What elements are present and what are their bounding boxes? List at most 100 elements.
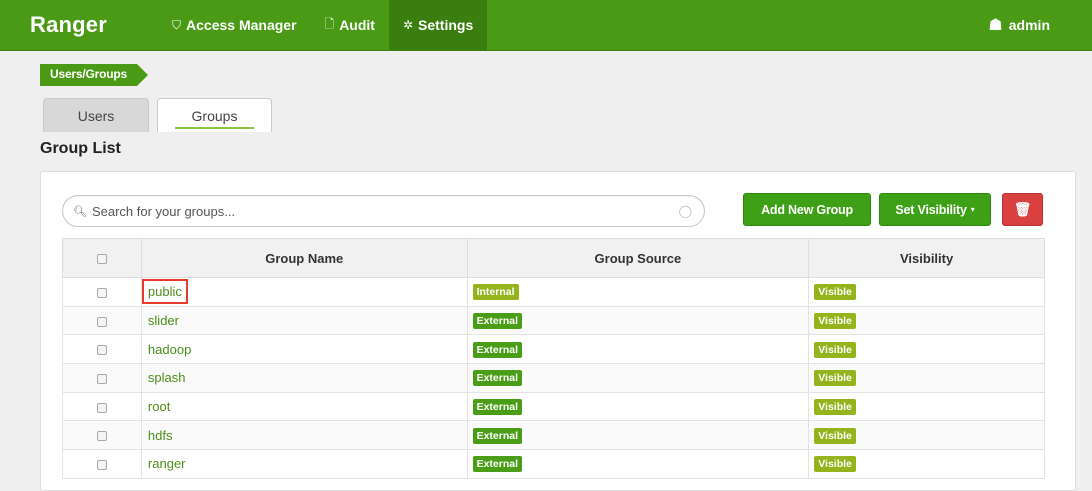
visibility-badge: Visible	[814, 456, 856, 473]
search-input[interactable]: 🔍︎ Search for your groups... ◯	[62, 195, 705, 227]
source-badge: Internal	[472, 284, 519, 301]
column-header-visibility[interactable]: Visibility	[808, 238, 1045, 278]
document-icon: 🗋	[324, 16, 335, 31]
source-badge: External	[472, 370, 523, 387]
group-source-cell: External	[466, 305, 810, 336]
row-checkbox[interactable]	[96, 402, 107, 413]
visibility-badge: Visible	[814, 370, 856, 387]
column-header-group-name[interactable]: Group Name	[140, 238, 468, 278]
group-name-cell: hadoop	[140, 334, 468, 365]
row-checkbox-cell	[62, 277, 142, 307]
visibility-cell: Visible	[808, 334, 1045, 365]
shield-icon: ⛉	[172, 17, 182, 32]
table-row: root External Visible	[62, 391, 1045, 422]
visibility-cell: Visible	[808, 305, 1045, 336]
group-name-link[interactable]: ranger	[147, 456, 187, 471]
group-name-cell: public	[140, 277, 468, 307]
group-list-panel: 🔍︎ Search for your groups... ◯ Add New G…	[40, 171, 1076, 491]
group-source-cell: External	[466, 420, 810, 451]
select-all-checkbox[interactable]	[96, 254, 107, 265]
table-row: hdfs External Visible	[62, 420, 1045, 451]
table-header-row: Group Name Group Source Visibility	[62, 238, 1045, 278]
visibility-badge: Visible	[814, 313, 856, 330]
tab-users-label: Users	[77, 107, 115, 124]
row-checkbox-cell	[62, 334, 142, 365]
table-row: slider External Visible	[62, 305, 1045, 336]
group-source-cell: External	[466, 334, 810, 365]
nav-audit-label: Audit	[339, 17, 375, 33]
visibility-cell: Visible	[808, 277, 1045, 307]
select-all-header	[62, 238, 142, 278]
delete-button[interactable]: 🗑	[1002, 193, 1043, 226]
gear-icon: ✲	[402, 18, 414, 32]
page-title: Group List	[40, 140, 121, 157]
breadcrumb[interactable]: Users/Groups	[40, 64, 148, 86]
nav-access-manager[interactable]: ⛉ Access Manager	[158, 0, 311, 51]
visibility-cell: Visible	[808, 363, 1045, 393]
set-visibility-button[interactable]: Set Visibility ▾	[879, 193, 991, 226]
nav-audit[interactable]: 🗋 Audit	[311, 0, 389, 51]
trash-icon: 🗑	[1013, 201, 1032, 217]
table-row: ranger External Visible	[62, 449, 1045, 479]
group-source-cell: External	[466, 449, 810, 479]
row-checkbox-cell	[62, 391, 142, 422]
group-name-cell: ranger	[140, 449, 468, 479]
group-name-link[interactable]: hdfs	[147, 428, 174, 443]
group-table: Group Name Group Source Visibility publi…	[62, 238, 1045, 479]
column-header-group-source[interactable]: Group Source	[466, 238, 810, 278]
visibility-badge: Visible	[814, 284, 856, 301]
row-checkbox-cell	[62, 420, 142, 451]
source-badge: External	[472, 399, 523, 416]
table-row: public Internal Visible	[62, 277, 1045, 307]
row-checkbox-cell	[62, 363, 142, 393]
nav-settings-label: Settings	[418, 17, 474, 33]
set-visibility-label: Set Visibility	[895, 202, 967, 217]
group-name-cell: root	[140, 391, 468, 422]
visibility-cell: Visible	[808, 449, 1045, 479]
nav-access-manager-label: Access Manager	[186, 17, 297, 33]
source-badge: External	[472, 427, 523, 444]
visibility-badge: Visible	[814, 427, 856, 444]
nav-settings[interactable]: ✲ Settings	[388, 0, 488, 51]
row-checkbox[interactable]	[96, 460, 107, 471]
user-menu[interactable]: ☗ admin	[988, 15, 1050, 35]
lightbulb-icon[interactable]: ◯	[679, 204, 692, 218]
group-name-link[interactable]: splash	[147, 370, 187, 385]
visibility-cell: Visible	[808, 391, 1045, 422]
row-checkbox[interactable]	[96, 287, 107, 298]
brand-logo[interactable]: Ranger	[30, 12, 158, 38]
source-badge: External	[472, 456, 523, 473]
group-source-cell: Internal	[466, 277, 810, 307]
group-name-cell: hdfs	[140, 420, 468, 451]
group-name-link[interactable]: hadoop	[147, 342, 192, 357]
add-new-group-button[interactable]: Add New Group	[743, 193, 871, 226]
source-badge: External	[472, 313, 523, 330]
row-checkbox-cell	[62, 305, 142, 336]
group-name-cell: slider	[140, 305, 468, 336]
group-source-cell: External	[466, 363, 810, 393]
group-name-link[interactable]: root	[147, 399, 171, 414]
tab-groups[interactable]: Groups	[157, 98, 272, 132]
user-name: admin	[1008, 17, 1050, 33]
table-row: hadoop External Visible	[62, 334, 1045, 365]
tab-groups-label: Groups	[191, 107, 238, 124]
user-icon: ☗	[988, 17, 1003, 34]
tab-users[interactable]: Users	[43, 98, 149, 132]
group-source-cell: External	[466, 391, 810, 422]
breadcrumb-label: Users/Groups	[50, 67, 127, 81]
row-checkbox[interactable]	[96, 431, 107, 442]
row-checkbox[interactable]	[96, 316, 107, 327]
row-checkbox[interactable]	[96, 345, 107, 356]
group-name-link[interactable]: slider	[147, 313, 180, 328]
visibility-badge: Visible	[814, 341, 856, 358]
chevron-down-icon: ▾	[970, 205, 975, 214]
add-new-group-label: Add New Group	[761, 202, 853, 217]
group-name-link[interactable]: public	[141, 279, 188, 305]
visibility-badge: Visible	[814, 399, 856, 416]
top-navbar: Ranger ⛉ Access Manager 🗋 Audit ✲ Settin…	[0, 0, 1092, 51]
group-name-cell: splash	[140, 363, 468, 393]
search-placeholder: Search for your groups...	[91, 203, 236, 219]
search-icon: 🔍︎	[73, 205, 87, 218]
table-row: splash External Visible	[62, 363, 1045, 393]
row-checkbox[interactable]	[96, 373, 107, 384]
